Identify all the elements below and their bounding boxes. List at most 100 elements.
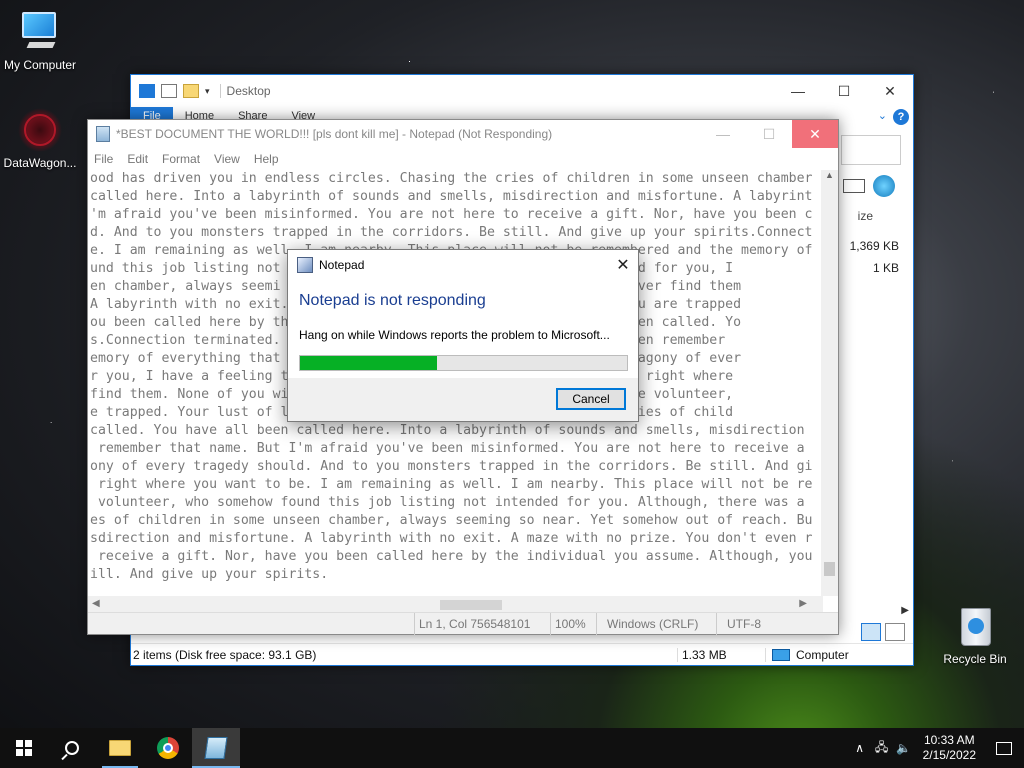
computer-icon xyxy=(772,648,790,661)
dialog-footer: Cancel xyxy=(288,378,638,421)
status-encoding: UTF-8 xyxy=(716,612,761,635)
dialog-message: Hang on while Windows reports the proble… xyxy=(299,328,610,342)
not-responding-dialog[interactable]: Notepad ✕ Notepad is not responding Hang… xyxy=(287,249,639,422)
minimize-button[interactable]: — xyxy=(700,120,746,148)
dialog-heading: Notepad is not responding xyxy=(299,292,486,309)
taskbar: ∧ 🖧 🔈 10:33 AM 2/15/2022 xyxy=(0,728,1024,768)
notepad-titlebar[interactable]: *BEST DOCUMENT THE WORLD!!! [pls dont ki… xyxy=(88,120,838,148)
text-line: called here. Into a labyrinth of sounds … xyxy=(90,189,813,204)
taskbar-notepad[interactable] xyxy=(192,728,240,768)
explorer-title: Desktop xyxy=(219,84,271,98)
globe-icon[interactable] xyxy=(873,175,895,197)
chrome-icon xyxy=(157,737,179,759)
scroll-right-arrow-icon[interactable]: ▶ xyxy=(799,598,807,609)
status-line-ending: Windows (CRLF) xyxy=(596,612,716,635)
maximize-button[interactable]: ☐ xyxy=(821,75,867,107)
menu-format[interactable]: Format xyxy=(162,152,200,166)
scrollbar-thumb[interactable] xyxy=(440,600,502,610)
cancel-button[interactable]: Cancel xyxy=(556,388,626,410)
text-line: ood has driven you in endless circles. C… xyxy=(90,171,813,186)
menu-view[interactable]: View xyxy=(214,152,240,166)
desktop-icon-my-computer[interactable]: My Computer xyxy=(0,10,80,72)
notepad-menubar: File Edit Format View Help xyxy=(88,148,838,170)
explorer-status-bar: 2 items (Disk free space: 93.1 GB) 1.33 … xyxy=(131,643,913,665)
menu-help[interactable]: Help xyxy=(254,152,279,166)
column-header-size[interactable]: ize xyxy=(858,209,873,223)
large-icons-view-icon[interactable] xyxy=(885,623,905,641)
new-folder-icon[interactable] xyxy=(183,84,199,98)
notepad-title: *BEST DOCUMENT THE WORLD!!! [pls dont ki… xyxy=(116,127,553,141)
search-input[interactable] xyxy=(841,135,901,165)
close-icon[interactable]: ✕ xyxy=(608,255,638,275)
menu-file[interactable]: File xyxy=(94,152,113,166)
system-tray: ∧ 🖧 🔈 10:33 AM 2/15/2022 xyxy=(849,728,1024,768)
taskbar-chrome[interactable] xyxy=(144,728,192,768)
network-icon[interactable]: 🖧 xyxy=(871,738,893,759)
text-line: 'm afraid you've been misinformed. You a… xyxy=(90,207,813,222)
recycle-bin-icon xyxy=(953,604,997,648)
taskbar-explorer[interactable] xyxy=(96,728,144,768)
search-button[interactable] xyxy=(48,728,96,768)
progress-fill xyxy=(300,356,438,370)
view-switcher xyxy=(861,623,905,641)
text-line: called. You have all been called here. I… xyxy=(90,423,805,438)
desktop-icon-label: DataWagon... xyxy=(3,156,77,170)
text-line: ill. And give up your spirits. xyxy=(90,567,329,582)
scroll-right-arrow-icon[interactable]: ▶ xyxy=(901,605,909,616)
start-button[interactable] xyxy=(0,728,48,768)
keyboard-icon[interactable] xyxy=(843,179,865,193)
clock[interactable]: 10:33 AM 2/15/2022 xyxy=(915,733,984,763)
progress-bar xyxy=(299,355,628,371)
volume-icon[interactable]: 🔈 xyxy=(893,741,915,755)
text-line: ony of every tragedy should. And to you … xyxy=(90,459,813,474)
notepad-icon xyxy=(297,257,313,273)
text-line: es of children in some unseen chamber, a… xyxy=(90,513,813,528)
minimize-button[interactable]: — xyxy=(775,75,821,107)
tray-overflow-chevron-icon[interactable]: ∧ xyxy=(849,741,871,755)
explorer-app-icon xyxy=(139,84,155,98)
notification-center-button[interactable] xyxy=(984,741,1024,755)
notepad-icon xyxy=(96,126,110,142)
file-size: 1 KB xyxy=(872,261,899,275)
close-button[interactable]: ✕ xyxy=(867,75,913,107)
datawagon-icon xyxy=(18,108,62,152)
close-button[interactable]: ✕ xyxy=(792,120,838,148)
chevron-down-icon[interactable]: ▾ xyxy=(205,86,210,97)
file-size-column: 1,369 KB 1 KB xyxy=(829,235,899,279)
text-line: sdirection and misfortune. A labyrinth w… xyxy=(90,531,813,546)
status-selected-size: 1.33 MB xyxy=(677,647,765,662)
ribbon-expand-chevron-icon[interactable]: ⌄ xyxy=(878,109,887,122)
notepad-icon xyxy=(204,737,228,759)
dialog-titlebar[interactable]: Notepad ✕ xyxy=(288,250,638,280)
vertical-scrollbar[interactable]: ▲ xyxy=(821,170,838,596)
search-icon xyxy=(65,741,79,755)
desktop-icon-recycle-bin[interactable]: Recycle Bin xyxy=(935,604,1015,666)
maximize-button[interactable]: ☐ xyxy=(746,120,792,148)
desktop-icon-datawagon[interactable]: DataWagon... xyxy=(0,108,80,170)
notification-icon xyxy=(996,741,1012,755)
horizontal-scrollbar[interactable]: ◀ ▶ xyxy=(88,596,823,613)
text-line: right where you want to be. I am remaini… xyxy=(90,477,813,492)
menu-edit[interactable]: Edit xyxy=(127,152,148,166)
properties-icon[interactable] xyxy=(161,84,177,98)
scroll-up-arrow-icon[interactable]: ▲ xyxy=(821,170,838,186)
notepad-status-bar: Ln 1, Col 756548101 100% Windows (CRLF) … xyxy=(88,612,838,635)
status-item-count: 2 items (Disk free space: 93.1 GB) xyxy=(133,647,317,662)
computer-icon xyxy=(18,10,62,54)
explorer-toolbar-icons xyxy=(843,175,895,197)
folder-icon xyxy=(109,740,131,756)
desktop-icon-label: My Computer xyxy=(3,58,77,72)
explorer-titlebar[interactable]: ▾ Desktop — ☐ ✕ xyxy=(131,75,913,107)
scrollbar-thumb[interactable] xyxy=(824,562,835,576)
status-location: Computer xyxy=(765,647,849,662)
text-line: remember that name. But I'm afraid you'v… xyxy=(90,441,805,456)
file-size: 1,369 KB xyxy=(849,239,899,253)
status-cursor-position: Ln 1, Col 756548101 xyxy=(414,612,550,635)
details-view-icon[interactable] xyxy=(861,623,881,641)
clock-date: 2/15/2022 xyxy=(922,748,976,762)
text-line: receive a gift. Nor, have you been calle… xyxy=(90,549,813,564)
help-icon[interactable]: ? xyxy=(893,109,909,125)
clock-time: 10:33 AM xyxy=(923,733,975,747)
status-zoom: 100% xyxy=(550,612,596,635)
scroll-left-arrow-icon[interactable]: ◀ xyxy=(92,598,100,609)
